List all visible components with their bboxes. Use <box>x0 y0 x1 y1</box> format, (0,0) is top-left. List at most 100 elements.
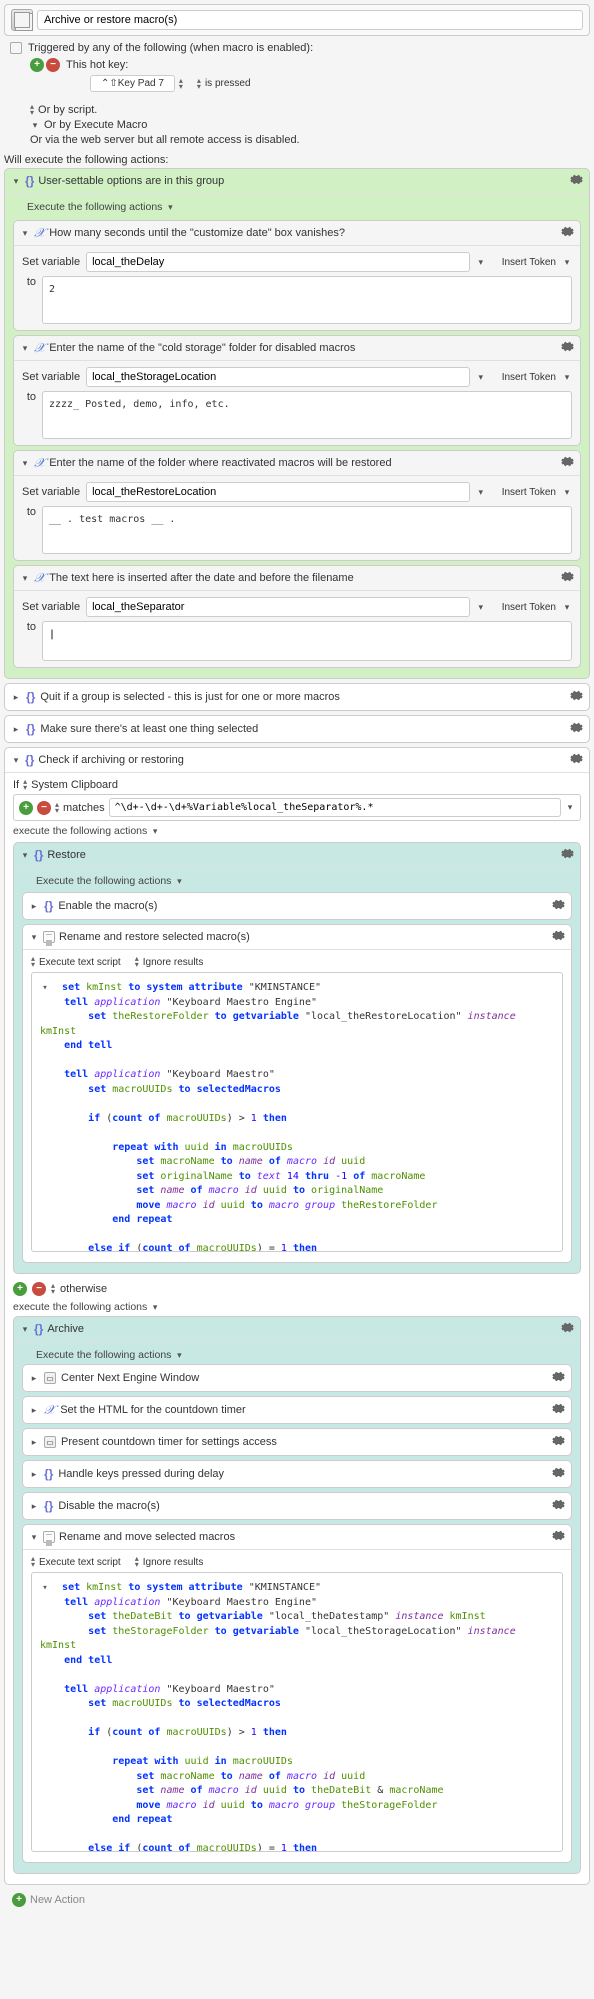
makesure-action[interactable]: ▸ {} Make sure there's at least one thin… <box>4 715 590 743</box>
gear-icon[interactable] <box>561 455 574 471</box>
setvar-label: Set variable <box>22 486 80 498</box>
variable-icon: 𝒳 <box>44 1402 55 1418</box>
gear-icon[interactable] <box>561 340 574 356</box>
variable-name-input[interactable] <box>86 367 470 387</box>
archive-disclose[interactable]: ▾ <box>20 1324 30 1335</box>
group-icon: {} <box>34 1322 43 1336</box>
gear-icon[interactable] <box>552 929 565 945</box>
variable-name-input[interactable] <box>86 597 470 617</box>
variable-value-input[interactable]: __ . test macros __ . <box>42 506 572 554</box>
or-execute-label: Or by Execute Macro <box>44 119 147 131</box>
gear-icon <box>552 1370 565 1386</box>
triggered-checkbox[interactable] <box>10 42 22 54</box>
variable-value-input[interactable]: 2 <box>42 276 572 324</box>
set-html-action[interactable]: ▸𝒳Set the HTML for the countdown timer <box>22 1396 572 1424</box>
group-icon: {} <box>34 848 43 862</box>
rename-restore-label: Rename and restore selected macro(s) <box>59 931 250 943</box>
variable-name-input[interactable] <box>86 252 470 272</box>
window-icon: ▭ <box>44 1436 56 1448</box>
present-timer-action[interactable]: ▸▭Present countdown timer for settings a… <box>22 1428 572 1456</box>
rename-move-label: Rename and move selected macros <box>59 1531 235 1543</box>
setvar-disclose[interactable]: ▾ <box>20 573 30 584</box>
setvar-label: Set variable <box>22 371 80 383</box>
script-icon <box>43 931 55 943</box>
gear-icon[interactable] <box>570 721 583 737</box>
macro-title-input[interactable] <box>37 10 583 30</box>
add-otherwise-button[interactable]: + <box>13 1282 27 1296</box>
group-icon: {} <box>26 690 35 704</box>
var-picker[interactable]: ▾ <box>476 257 486 268</box>
restore-disclose[interactable]: ▾ <box>20 850 30 861</box>
check-disclose[interactable]: ▾ <box>11 755 21 766</box>
matches-arrows[interactable] <box>55 802 59 814</box>
var-picker[interactable]: ▾ <box>476 487 486 498</box>
var-picker[interactable]: ▾ <box>476 602 486 613</box>
gear-icon[interactable] <box>561 225 574 241</box>
or-script-arrows[interactable] <box>30 104 34 116</box>
center-window-action[interactable]: ▸▭Center Next Engine Window <box>22 1364 572 1392</box>
var-picker[interactable]: ▾ <box>476 372 486 383</box>
variable-icon: 𝒳 <box>34 225 45 241</box>
setvar-disclose[interactable]: ▾ <box>20 228 30 239</box>
regex-input[interactable] <box>109 798 561 817</box>
setvar-title: Enter the name of the "cold storage" fol… <box>49 342 355 354</box>
gear-icon <box>552 1402 565 1418</box>
exec-label: Execute the following actions <box>27 201 162 213</box>
hotkey-mode[interactable]: is pressed <box>205 78 251 89</box>
will-execute-label: Will execute the following actions: <box>4 152 590 168</box>
sys-clip: System Clipboard <box>31 779 118 791</box>
gear-icon[interactable] <box>552 1529 565 1545</box>
to-label: to <box>22 621 36 633</box>
chevron-right-icon: ▸ <box>11 724 21 735</box>
gear-icon[interactable] <box>561 1321 574 1337</box>
handle-keys-action[interactable]: ▸{}Handle keys pressed during delay <box>22 1460 572 1488</box>
or-script-label: Or by script. <box>38 104 97 116</box>
script-code-2[interactable]: ▾ set kmInst to system attribute "KMINST… <box>31 1572 563 1852</box>
setvar-disclose[interactable]: ▾ <box>20 458 30 469</box>
to-label: to <box>22 391 36 403</box>
variable-value-input[interactable]: zzzz_ Posted, demo, info, etc. <box>42 391 572 439</box>
setvar-disclose[interactable]: ▾ <box>20 343 30 354</box>
remove-trigger-button[interactable]: − <box>46 58 60 72</box>
disable-macros-action[interactable]: ▸{}Disable the macro(s) <box>22 1492 572 1520</box>
insert-token-button[interactable]: Insert Token <box>502 372 556 383</box>
insert-token-button[interactable]: Insert Token <box>502 602 556 613</box>
add-trigger-button[interactable]: + <box>30 58 44 72</box>
setvar-title: How many seconds until the "customize da… <box>49 227 345 239</box>
new-action-button[interactable]: + <box>12 1893 26 1907</box>
if-arrows[interactable] <box>23 779 27 791</box>
gear-icon <box>552 1466 565 1482</box>
check-title: Check if archiving or restoring <box>38 754 184 766</box>
exec-then-label: execute the following actions <box>13 825 147 837</box>
quit-action[interactable]: ▸ {} Quit if a group is selected - this … <box>4 683 590 711</box>
regex-token[interactable]: ▾ <box>565 802 575 813</box>
add-cond-button[interactable]: + <box>19 801 33 815</box>
enable-macros-action[interactable]: ▸{} Enable the macro(s) <box>22 892 572 920</box>
restore-title: Restore <box>47 849 86 861</box>
group-disclose[interactable]: ▾ <box>11 176 21 187</box>
gear-icon[interactable] <box>570 173 583 189</box>
gear-icon[interactable] <box>561 847 574 863</box>
variable-icon: 𝒳 <box>34 570 45 586</box>
exec-disclose[interactable]: ▾ <box>165 202 175 213</box>
or-execute-disclose[interactable]: ▾ <box>30 120 40 131</box>
gear-icon[interactable] <box>570 689 583 705</box>
gear-icon <box>552 1498 565 1514</box>
hotkey-selector[interactable] <box>179 78 183 90</box>
variable-value-input[interactable] <box>42 621 572 661</box>
hotkey-field[interactable]: ⌃⇧Key Pad 7 <box>90 75 175 92</box>
group-icon: {} <box>25 753 34 767</box>
remove-otherwise-button[interactable]: − <box>32 1282 46 1296</box>
insert-token-button[interactable]: Insert Token <box>502 487 556 498</box>
insert-token-button[interactable]: Insert Token <box>502 257 556 268</box>
gear-icon[interactable] <box>570 752 583 768</box>
user-opts-title: User-settable options are in this group <box>38 175 224 187</box>
window-icon: ▭ <box>44 1372 56 1384</box>
script-code-1[interactable]: ▾ set kmInst to system attribute "KMINST… <box>31 972 563 1252</box>
remove-cond-button[interactable]: − <box>37 801 51 815</box>
gear-icon[interactable] <box>561 570 574 586</box>
hotkey-mode-arrows[interactable] <box>197 78 201 90</box>
script-icon <box>43 1531 55 1543</box>
otherwise-label: otherwise <box>60 1283 107 1295</box>
variable-name-input[interactable] <box>86 482 470 502</box>
